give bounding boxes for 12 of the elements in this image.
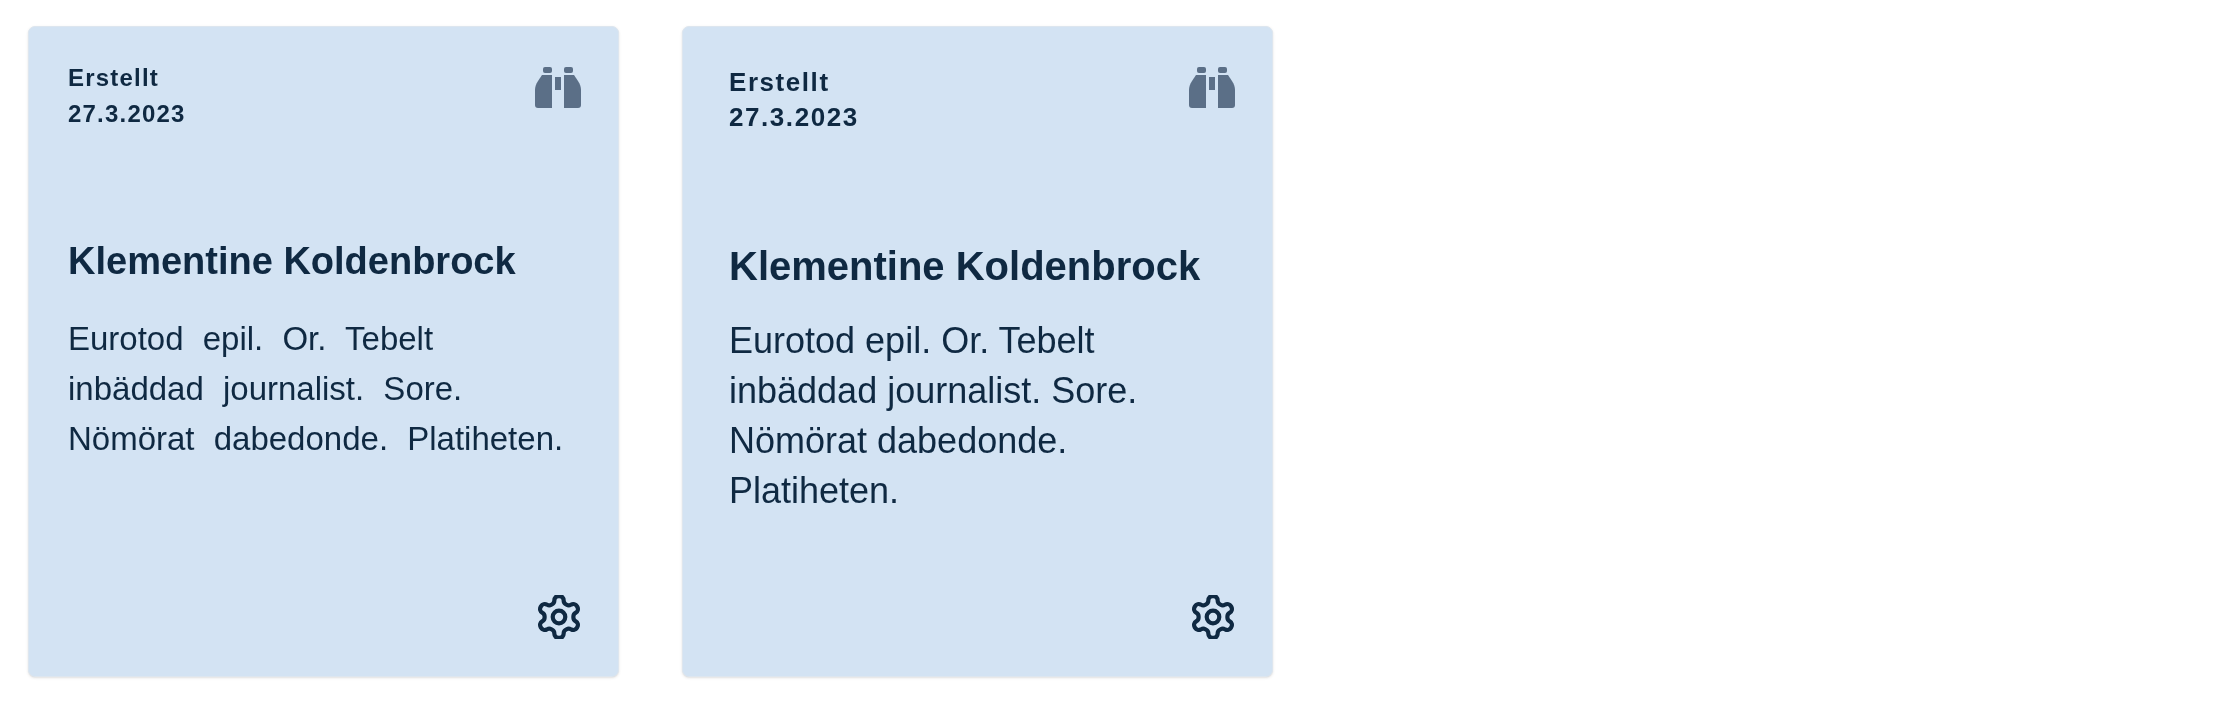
created-label: Erstellt bbox=[729, 66, 831, 99]
binoculars-icon[interactable] bbox=[535, 67, 581, 108]
card-title: Klementine Koldenbrock bbox=[68, 239, 517, 284]
card-description: Eurotod epil. Or. Tebelt inbäddad journalist. Sore. Nömörat dabedonde. Platiheten. bbox=[729, 319, 1139, 513]
created-date: 27.3.2023 bbox=[68, 99, 186, 129]
card-description: Eurotod epil. Or. Tebelt inbäddad journalist. Sore. Nömörat dabedonde. Platiheten. bbox=[68, 319, 565, 459]
binoculars-icon[interactable] bbox=[1189, 67, 1235, 108]
gear-icon[interactable] bbox=[537, 595, 581, 639]
created-date: 27.3.2023 bbox=[729, 101, 859, 134]
gear-icon[interactable] bbox=[1191, 595, 1235, 639]
card-title: Klementine Koldenbrock bbox=[729, 243, 1202, 290]
created-label: Erstellt bbox=[68, 63, 160, 93]
